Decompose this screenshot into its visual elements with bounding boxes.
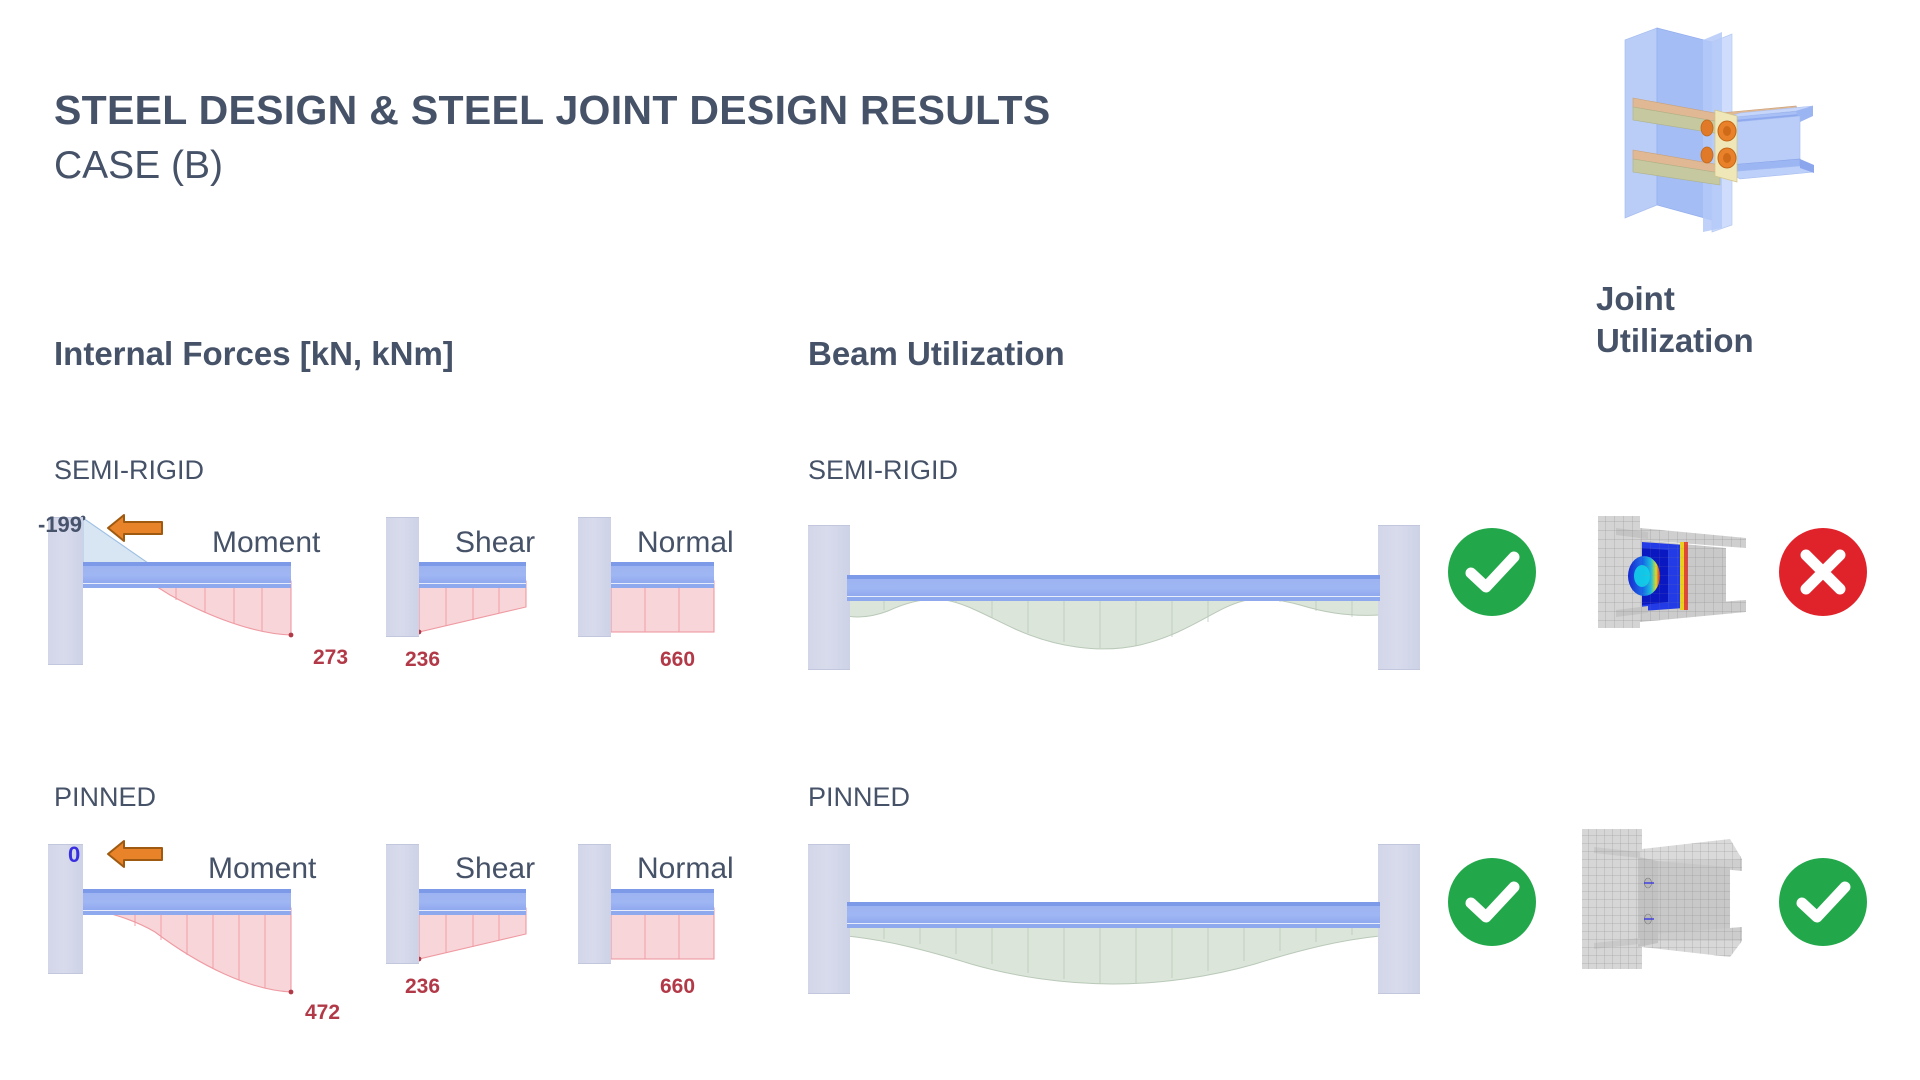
diagram-title-moment-pinned: Moment: [208, 852, 317, 885]
slide-root: STEEL DESIGN & STEEL JOINT DESIGN RESULT…: [0, 0, 1920, 1080]
column-stub-right: [1378, 844, 1420, 994]
heading-beam-utilization: Beam Utilization: [808, 335, 1065, 372]
beam-status-icon-pinned[interactable]: [1447, 857, 1537, 947]
beam-utilization-semi-rigid: [800, 505, 1420, 670]
beam-utilization-pinned: [800, 832, 1420, 997]
column-stub: [578, 517, 611, 637]
column-stub-left: [808, 844, 850, 994]
row-label-internal-semi-rigid: SEMI-RIGID: [54, 455, 205, 485]
moment-peak-value-semi-rigid: 273: [313, 646, 349, 669]
heading-internal-forces: Internal Forces [kN, kNm]: [54, 335, 454, 372]
left-arrow-icon-semi-rigid: [106, 512, 164, 544]
beam-section-moment: [83, 562, 291, 588]
row-label-internal-pinned: PINNED: [54, 782, 157, 812]
beam-section-shear: [419, 889, 526, 915]
joint-3d-illustration: [1600, 10, 1900, 233]
moment-support-value-semi-rigid: -199: [38, 512, 83, 537]
diagram-title-normal-pinned: Normal: [637, 852, 734, 885]
beam-section-normal: [611, 562, 714, 588]
beam-section-normal: [611, 889, 714, 915]
left-arrow-icon-pinned: [106, 838, 164, 870]
column-stub-left: [808, 525, 850, 670]
normal-peak-value-pinned: 660: [660, 975, 696, 998]
title-block: STEEL DESIGN & STEEL JOINT DESIGN RESULT…: [54, 87, 1051, 190]
joint-status-icon-semi-rigid[interactable]: [1778, 527, 1868, 617]
joint-heading-line-1: Joint: [1596, 280, 1675, 317]
joint-status-icon-pinned[interactable]: [1778, 857, 1868, 947]
normal-peak-value-semi-rigid: 660: [660, 648, 696, 671]
joint-fea-mesh-semi-rigid: [1596, 512, 1776, 630]
row-label-beam-pinned: PINNED: [808, 782, 911, 812]
joint-fea-mesh-pinned: [1580, 827, 1770, 972]
heading-joint-utilization: Joint Utilization: [1596, 278, 1754, 362]
beam-section-utilization: [847, 902, 1380, 928]
diagram-title-normal-semi-rigid: Normal: [637, 526, 734, 559]
moment-support-value-pinned: 0: [68, 842, 81, 867]
beam-status-icon-semi-rigid[interactable]: [1447, 527, 1537, 617]
row-label-beam-semi-rigid: SEMI-RIGID: [808, 455, 959, 485]
moment-plot-pinned: [80, 905, 294, 995]
beam-section-utilization: [847, 575, 1380, 601]
page-subtitle: CASE (B): [54, 144, 224, 188]
joint-heading-line-2: Utilization: [1596, 322, 1754, 360]
shear-peak-value-semi-rigid: 236: [405, 648, 441, 671]
column-stub: [386, 844, 419, 964]
moment-peak-value-pinned: 472: [305, 1001, 341, 1024]
column-stub: [48, 517, 83, 665]
shear-peak-value-pinned: 236: [405, 975, 441, 998]
diagram-title-moment-semi-rigid: Moment: [212, 526, 321, 559]
diagram-moment-pinned: [40, 832, 370, 1022]
beam-section-moment: [83, 889, 291, 915]
column-stub: [386, 517, 419, 637]
column-stub-right: [1378, 525, 1420, 670]
page-title: STEEL DESIGN & STEEL JOINT DESIGN RESULT…: [54, 87, 1051, 133]
column-stub: [578, 844, 611, 964]
beam-section-shear: [419, 562, 526, 588]
diagram-title-shear-semi-rigid: Shear: [455, 526, 536, 559]
diagram-title-shear-pinned: Shear: [455, 852, 536, 885]
